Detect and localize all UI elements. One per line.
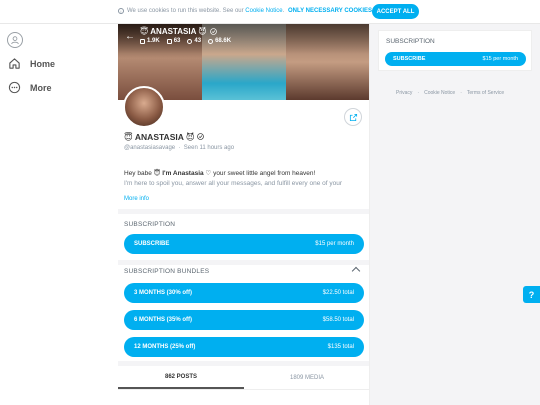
bundle-total: $22.50 total [322,290,354,296]
last-seen: Seen 11 hours ago [183,145,235,151]
right-subscription-card: SUBSCRIPTION SUBSCRIBE $15 per month [378,30,532,71]
help-button[interactable]: ? [523,286,540,303]
divider [118,209,369,214]
chevron-up-icon[interactable] [351,266,361,276]
bio-line1-bold: I'm Anastasia [162,170,204,177]
bundle-button[interactable]: 6 MONTHS (35% off) $58.50 total [124,310,364,330]
bundle-label: 3 MONTHS (30% off) [134,290,193,296]
verified-icon [197,133,204,140]
bio-line-faded: I'm here to spoil you, answer all your m… [124,180,343,187]
subscribe-price: $15 per month [315,241,354,247]
cover-name-text: 😇 ANASTASIA 😈 [140,27,207,36]
bundle-label: 12 MONTHS (25% off) [134,344,196,350]
left-sidebar: Home More [0,0,118,405]
profile-avatar[interactable] [123,86,165,128]
subscription-title: SUBSCRIPTION [124,221,176,228]
subscribe-label: SUBSCRIBE [134,241,170,247]
cookie-notice-link[interactable]: Cookie Notice [245,8,282,14]
stream-icon [187,38,193,44]
right-subscription-title: SUBSCRIPTION [386,38,435,45]
stat-photos-value: 1.9K [147,38,160,44]
more-info-link[interactable]: More info [124,196,149,202]
right-subscribe-button[interactable]: SUBSCRIBE $15 per month [385,52,526,66]
cookie-notice-footer-link[interactable]: Cookie Notice [424,90,455,96]
share-button[interactable] [344,108,362,126]
cookie-message-text: We use cookies to run this website. See … [127,8,246,14]
more-icon [8,81,21,94]
terms-link[interactable]: Terms of Service [467,90,504,96]
profile-handle: @anastasiasavage · Seen 11 hours ago [124,145,235,151]
only-necessary-cookies-button[interactable]: ONLY NECESSARY COOKIES [288,8,372,14]
back-arrow-icon[interactable]: ← [125,31,135,42]
cookie-message-suffix: . [282,8,285,14]
verified-icon [209,28,217,35]
bundles-title: SUBSCRIPTION BUNDLES [124,268,210,275]
profile-name-text: 😇 ANASTASIA 😈 [124,132,195,142]
photo-icon [140,38,145,44]
privacy-link[interactable]: Privacy [396,90,412,96]
share-icon [349,113,357,121]
tab-posts[interactable]: 862 POSTS [118,366,244,389]
stat-likes: 68.6K [208,38,231,44]
sidebar-item-home[interactable]: Home [8,57,55,70]
stat-streams-value: 43 [194,38,202,44]
cover-profile-name: 😇 ANASTASIA 😈 [140,27,217,36]
cookie-banner: i We use cookies to run this website. Se… [0,0,540,24]
bundle-button[interactable]: 12 MONTHS (25% off) $135 total [124,337,364,357]
profile-name: 😇 ANASTASIA 😈 [124,132,204,143]
right-subscribe-label: SUBSCRIBE [393,56,426,62]
subscribe-button[interactable]: SUBSCRIBE $15 per month [124,234,364,254]
bundle-total: $135 total [327,344,354,350]
bundle-label: 6 MONTHS (35% off) [134,317,193,323]
bundle-button[interactable]: 3 MONTHS (30% off) $22.50 total [124,283,364,303]
heart-icon [208,38,214,44]
info-icon: i [118,8,124,14]
profile-main: ← 😇 ANASTASIA 😈 1.9K 63 43 68.6K 😇 ANAST… [118,24,370,405]
handle-text: @anastasiasavage [124,145,176,151]
user-avatar-icon[interactable] [7,32,23,48]
stat-likes-value: 68.6K [215,38,232,44]
footer-separator: · [417,90,420,96]
video-icon [166,38,172,44]
sidebar-item-more[interactable]: More [8,81,52,94]
stat-videos-value: 63 [173,38,181,44]
stat-streams: 43 [187,38,201,44]
sidebar-item-label: Home [30,58,56,69]
bundle-total: $58.50 total [322,317,354,323]
stat-photos: 1.9K [140,38,160,44]
accept-all-cookies-button[interactable]: ACCEPT ALL [372,4,419,19]
profile-stats: 1.9K 63 43 68.6K [140,38,231,44]
cookie-message: We use cookies to run this website. See … [127,8,284,14]
bio-line1-post: ♡ your sweet little angel from heaven! [203,170,316,177]
stat-videos: 63 [166,38,181,44]
bio-line: Hey babe 😇 I'm Anastasia ♡ your sweet li… [124,169,315,177]
tab-media[interactable]: 1809 MEDIA [244,366,369,389]
footer-links: Privacy · Cookie Notice · Terms of Servi… [396,90,504,96]
sidebar-item-label: More [30,82,52,93]
divider [118,260,369,265]
content-tabs: 862 POSTS 1809 MEDIA [118,366,369,390]
footer-separator: · [460,90,462,96]
right-subscribe-price: $15 per month [482,56,518,62]
bio-line1-pre: Hey babe 😇 [124,170,163,177]
home-icon [9,58,20,69]
